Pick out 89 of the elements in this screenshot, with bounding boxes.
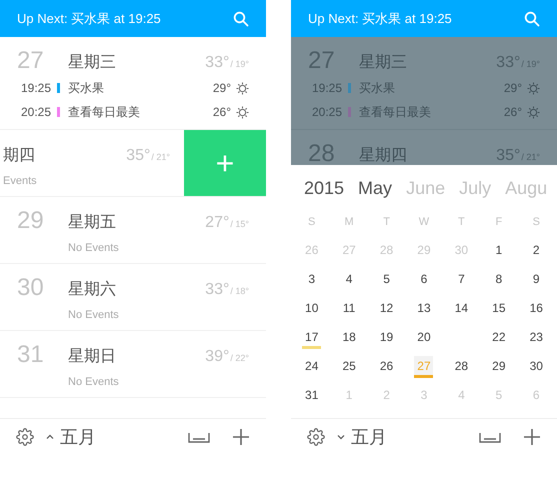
calendar-day[interactable]: 28 (452, 356, 471, 378)
tray-icon[interactable] (479, 431, 501, 443)
calendar-day[interactable]: 8 (489, 268, 508, 290)
event-temperature: 29° (212, 80, 231, 97)
up-next-text: Up Next: 买水果 at 19:25 (308, 10, 452, 28)
weekday-label: 星期四 (359, 146, 408, 165)
search-icon[interactable] (233, 10, 249, 26)
calendar-day[interactable]: 4 (340, 268, 359, 290)
weekday-label: 星期三 (359, 53, 408, 73)
add-icon[interactable] (232, 428, 250, 446)
weekday-label: 星期五 (68, 213, 117, 233)
calendar-day[interactable]: 12 (377, 298, 396, 320)
calendar-day[interactable]: 17 (302, 326, 322, 348)
weekday-heading: T (457, 215, 466, 230)
calendar-day[interactable]: 16 (526, 298, 546, 320)
weekday-heading: M (344, 215, 355, 230)
low-temperature: / 18° (230, 285, 249, 298)
calendar-day[interactable]: 3 (302, 268, 322, 290)
low-temperature: / 21° (151, 151, 170, 164)
event-title[interactable]: 买水果 (68, 79, 213, 97)
high-temperature: 39° (205, 347, 230, 367)
calendar-day[interactable]: 22 (489, 326, 508, 348)
weekday-label: 星期日 (68, 347, 117, 367)
high-temperature: 33° (205, 280, 230, 300)
calendar-day[interactable]: 20 (414, 326, 434, 348)
month-toggle[interactable]: 五月 (46, 424, 96, 450)
calendar-day[interactable]: 24 (302, 356, 322, 378)
month-tab[interactable]: May (358, 175, 392, 202)
calendar-day[interactable]: 13 (414, 298, 434, 320)
month-toggle[interactable]: 五月 (337, 424, 387, 450)
calendar-day[interactable]: 9 (526, 268, 546, 290)
weekday-heading: S (307, 215, 316, 230)
low-temperature: / 19° (230, 58, 249, 71)
weekday-label: 期四 (3, 146, 36, 166)
high-temperature: 33° (205, 53, 230, 73)
event-time: 20:25 (20, 104, 51, 121)
event-time: 20:25 (310, 104, 342, 121)
low-temperature: / 22° (230, 352, 249, 365)
calendar-day[interactable]: 10 (302, 298, 322, 320)
event-title[interactable]: 查看每日最美 (68, 103, 213, 121)
settings-icon[interactable] (307, 428, 325, 446)
search-icon[interactable] (524, 10, 540, 26)
calendar-day[interactable]: 1 (489, 240, 508, 262)
calendar-day[interactable]: 6 (414, 268, 434, 290)
tray-icon[interactable] (188, 431, 210, 443)
year-label: 2015 (304, 177, 344, 200)
weekday-label: 星期六 (68, 280, 117, 300)
calendar-day[interactable]: 25 (340, 356, 359, 378)
sun-icon (527, 106, 540, 118)
calendar-day[interactable]: 11 (340, 298, 359, 320)
calendar-day[interactable]: 29 (489, 356, 508, 378)
calendar-day[interactable]: 7 (452, 268, 471, 290)
weekday-heading: S (532, 215, 541, 230)
day-number: 29 (17, 207, 45, 235)
calendar-day[interactable]: 23 (526, 326, 546, 348)
calendar-day[interactable]: 30 (526, 356, 546, 378)
sun-icon (236, 106, 249, 118)
sun-icon (236, 82, 249, 94)
sun-icon (527, 82, 540, 94)
event-time: 19:25 (20, 80, 51, 97)
high-temperature: 27° (205, 213, 230, 233)
events-note: No Events (68, 308, 120, 323)
high-temperature: 35° (126, 146, 150, 166)
up-next-text: Up Next: 买水果 at 19:25 (17, 10, 161, 28)
calendar-day[interactable]: 26 (377, 356, 396, 378)
calendar-day[interactable]: 2 (526, 240, 546, 262)
day-number: 27 (17, 47, 45, 75)
day-number: 31 (17, 341, 45, 369)
event-temperature: 29° (504, 80, 522, 97)
events-note: Events (3, 174, 37, 189)
event-time: 19:25 (310, 80, 342, 97)
calendar-day[interactable]: 5 (377, 268, 396, 290)
events-note: No Events (68, 375, 120, 390)
low-temperature: / 15° (230, 218, 249, 231)
add-icon[interactable] (523, 428, 541, 446)
calendar-day[interactable]: 19 (377, 326, 396, 348)
settings-icon[interactable] (16, 428, 34, 446)
weekday-heading: F (494, 215, 504, 230)
calendar-day[interactable]: 31 (302, 384, 322, 406)
calendar-day[interactable]: 15 (489, 298, 508, 320)
weekday-heading: T (382, 215, 391, 230)
event-temperature: 26° (504, 104, 522, 121)
weekday-label: 星期三 (68, 53, 117, 73)
calendar-day[interactable]: 14 (452, 298, 471, 320)
day-number: 30 (17, 274, 45, 302)
event-temperature: 26° (212, 104, 231, 121)
calendar-day[interactable]: 18 (340, 326, 359, 348)
weekday-heading: W (418, 215, 430, 230)
events-note: No Events (68, 241, 120, 256)
